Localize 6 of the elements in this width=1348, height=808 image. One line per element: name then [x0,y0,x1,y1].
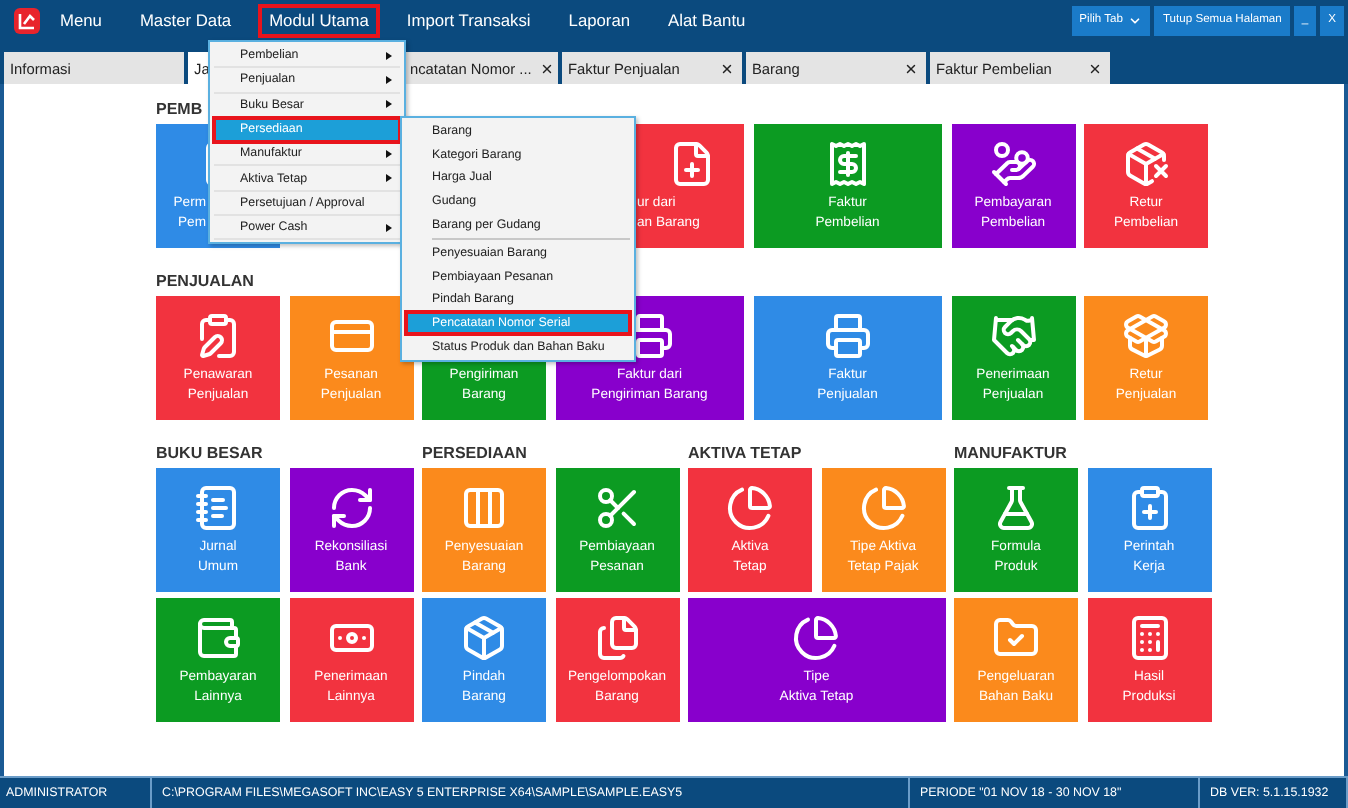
section-heading: AKTIVA TETAP [688,443,802,461]
section-heading: MANUFAKTUR [954,443,1067,461]
section-heading: PERSEDIAAN [422,443,527,461]
section-heading: PEMB [156,99,203,117]
section-heading: PENJUALAN [156,271,254,289]
section-heading: BUKU BESAR [156,443,263,461]
